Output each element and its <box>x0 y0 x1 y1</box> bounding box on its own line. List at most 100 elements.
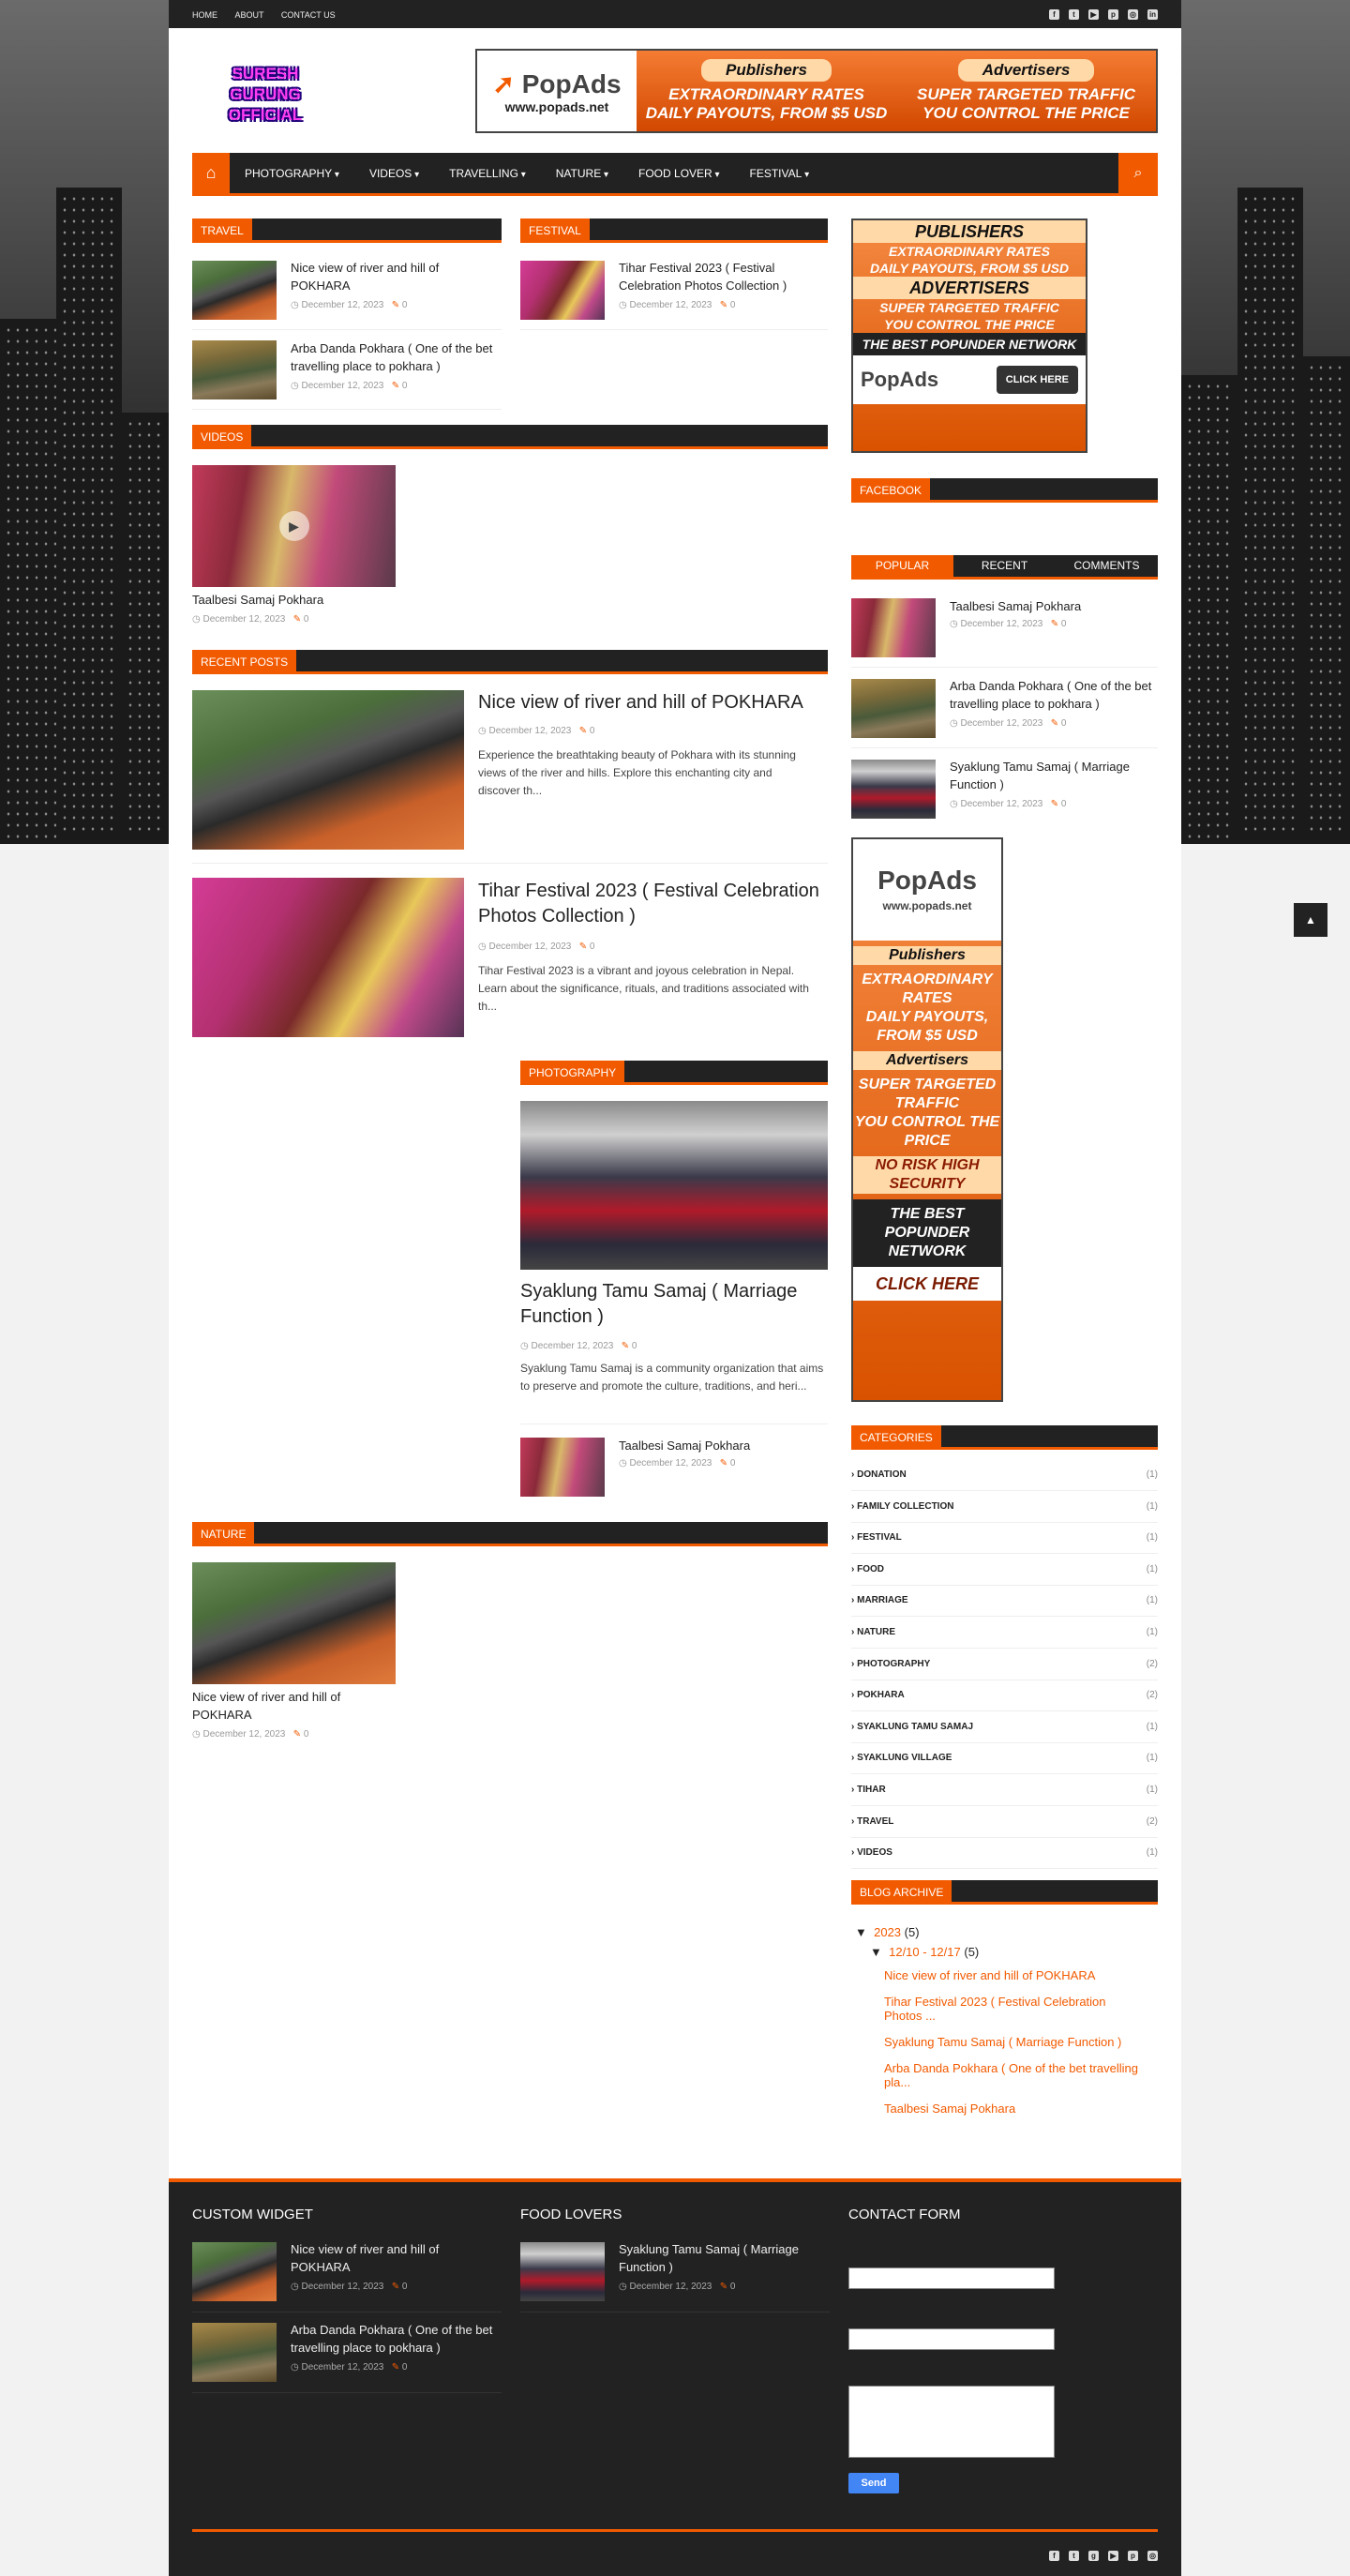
tab-recent[interactable]: RECENT <box>953 555 1056 577</box>
footer-thumb-arba[interactable] <box>192 2323 277 2382</box>
nav-item-nature[interactable]: NATURE <box>541 167 623 180</box>
search-icon[interactable]: ⌕ <box>1118 153 1158 193</box>
category-item[interactable]: › FAMILY COLLECTION (1) <box>851 1491 1158 1523</box>
top-link-contact[interactable]: CONTACT US <box>281 10 336 20</box>
category-name[interactable]: › POKHARA <box>851 1690 905 1700</box>
back-to-top-button[interactable]: ▲ <box>1294 903 1328 937</box>
category-item[interactable]: › SYAKLUNG TAMU SAMAJ (1) <box>851 1711 1158 1743</box>
photo-title-syaklung[interactable]: Syaklung Tamu Samaj ( Marriage Function … <box>520 1279 828 1330</box>
archive-post-5[interactable]: Taalbesi Samaj Pokhara <box>884 2101 1147 2116</box>
section-travel-label[interactable]: TRAVEL <box>192 218 252 243</box>
category-name[interactable]: › PHOTOGRAPHY <box>851 1659 930 1669</box>
archive-post-1[interactable]: Nice view of river and hill of POKHARA <box>884 1968 1147 1982</box>
archive-post-4[interactable]: Arba Danda Pokhara ( One of the bet trav… <box>884 2061 1147 2089</box>
category-item[interactable]: › TRAVEL (2) <box>851 1806 1158 1838</box>
nature-title-river[interactable]: Nice view of river and hill of POKHARA <box>192 1688 396 1724</box>
section-videos-label[interactable]: VIDEOS <box>192 425 252 449</box>
instagram-icon[interactable]: ◎ <box>1128 8 1138 20</box>
category-name[interactable]: › FESTIVAL <box>851 1532 902 1543</box>
popular-thumb-taalbesi[interactable] <box>851 598 936 657</box>
youtube-icon[interactable]: ▶ <box>1088 8 1099 20</box>
post-title-arba[interactable]: Arba Danda Pokhara ( One of the bet trav… <box>291 339 502 375</box>
footer-title-river[interactable]: Nice view of river and hill of POKHARA <box>291 2240 497 2276</box>
recent-title-tihar[interactable]: Tihar Festival 2023 ( Festival Celebrati… <box>478 879 828 929</box>
tab-popular[interactable]: POPULAR <box>851 555 953 577</box>
top-link-about[interactable]: ABOUT <box>234 10 263 20</box>
category-item[interactable]: › PHOTOGRAPHY (2) <box>851 1649 1158 1680</box>
category-item[interactable]: › FOOD (1) <box>851 1554 1158 1586</box>
twitter-icon[interactable]: t <box>1069 8 1079 20</box>
footer-title-syaklung[interactable]: Syaklung Tamu Samaj ( Marriage Function … <box>619 2240 830 2276</box>
popular-title-arba[interactable]: Arba Danda Pokhara ( One of the bet trav… <box>950 677 1158 713</box>
contact-name-input[interactable] <box>848 2267 1055 2289</box>
section-photography-label[interactable]: PHOTOGRAPHY <box>520 1061 625 1085</box>
nav-item-food-lover[interactable]: FOOD LOVER <box>623 167 735 180</box>
category-item[interactable]: › POKHARA (2) <box>851 1680 1158 1712</box>
archive-week[interactable]: ▼ 12/10 - 12/17 (5) <box>870 1945 979 1959</box>
sidebar-ad-2[interactable]: PopAds www.popads.net Publishers EXTRAOR… <box>851 837 1003 1402</box>
photo-thumb-taalbesi[interactable] <box>520 1438 605 1497</box>
section-festival-label[interactable]: FESTIVAL <box>520 218 590 243</box>
category-name[interactable]: › VIDEOS <box>851 1847 892 1858</box>
category-item[interactable]: › FESTIVAL (1) <box>851 1522 1158 1555</box>
home-icon[interactable]: ⌂ <box>192 153 230 193</box>
twitter-icon[interactable]: t <box>1069 2551 1079 2561</box>
photo-title-taalbesi[interactable]: Taalbesi Samaj Pokhara <box>619 1437 825 1454</box>
footer-title-arba[interactable]: Arba Danda Pokhara ( One of the bet trav… <box>291 2321 502 2357</box>
tab-comments[interactable]: COMMENTS <box>1056 555 1158 577</box>
photo-thumb-syaklung[interactable] <box>520 1101 828 1270</box>
pinterest-icon[interactable]: p <box>1128 2551 1138 2561</box>
recent-title-river[interactable]: Nice view of river and hill of POKHARA <box>478 690 828 716</box>
section-facebook-label[interactable]: FACEBOOK <box>851 478 931 503</box>
footer-thumb-river[interactable] <box>192 2242 277 2301</box>
section-nature-label[interactable]: NATURE <box>192 1522 255 1546</box>
contact-send-button[interactable]: Send <box>848 2473 899 2493</box>
category-name[interactable]: › MARRIAGE <box>851 1595 908 1605</box>
pinterest-icon[interactable]: p <box>1108 8 1118 20</box>
post-title-river[interactable]: Nice view of river and hill of POKHARA <box>291 259 497 294</box>
post-thumb-river[interactable] <box>192 261 277 320</box>
category-item[interactable]: › NATURE (1) <box>851 1617 1158 1649</box>
video-thumb-taalbesi[interactable]: ▶ <box>192 465 396 587</box>
category-name[interactable]: › FOOD <box>851 1564 884 1574</box>
ad1-cta-button[interactable]: CLICK HERE <box>996 366 1078 394</box>
footer-thumb-syaklung[interactable] <box>520 2242 605 2301</box>
nav-item-videos[interactable]: VIDEOS <box>354 167 434 180</box>
category-name[interactable]: › SYAKLUNG VILLAGE <box>851 1753 952 1763</box>
contact-message-textarea[interactable] <box>848 2386 1055 2458</box>
google-plus-icon[interactable]: g <box>1088 2551 1099 2561</box>
section-categories-label[interactable]: CATEGORIES <box>851 1425 941 1450</box>
category-name[interactable]: › TIHAR <box>851 1785 886 1795</box>
category-name[interactable]: › SYAKLUNG TAMU SAMAJ <box>851 1722 973 1732</box>
youtube-icon[interactable]: ▶ <box>1108 2551 1118 2561</box>
archive-post-2[interactable]: Tihar Festival 2023 ( Festival Celebrati… <box>884 1995 1147 2023</box>
top-link-home[interactable]: HOME <box>192 10 218 20</box>
category-name[interactable]: › TRAVEL <box>851 1816 893 1827</box>
category-item[interactable]: › VIDEOS (1) <box>851 1837 1158 1870</box>
category-name[interactable]: › DONATION <box>851 1469 907 1480</box>
section-archive-label[interactable]: BLOG ARCHIVE <box>851 1880 952 1905</box>
category-item[interactable]: › DONATION (1) <box>851 1459 1158 1491</box>
header-ad-banner[interactable]: ➚ PopAds www.popads.net Publishers EXTRA… <box>475 49 1158 133</box>
nav-item-festival[interactable]: FESTIVAL <box>735 167 825 180</box>
contact-email-input[interactable] <box>848 2328 1055 2350</box>
popular-title-syaklung[interactable]: Syaklung Tamu Samaj ( Marriage Function … <box>950 758 1158 793</box>
instagram-icon[interactable]: ◎ <box>1148 2551 1158 2561</box>
popular-title-taalbesi[interactable]: Taalbesi Samaj Pokhara <box>950 597 1158 615</box>
category-item[interactable]: › SYAKLUNG VILLAGE (1) <box>851 1742 1158 1775</box>
sidebar-ad-1[interactable]: PUBLISHERS EXTRAORDINARY RATES DAILY PAY… <box>851 218 1088 453</box>
post-thumb-tihar[interactable] <box>520 261 605 320</box>
recent-thumb-river[interactable] <box>192 690 464 850</box>
post-title-tihar[interactable]: Tihar Festival 2023 ( Festival Celebrati… <box>619 259 830 294</box>
nature-thumb-river[interactable] <box>192 1562 396 1684</box>
category-name[interactable]: › FAMILY COLLECTION <box>851 1501 953 1512</box>
archive-year[interactable]: ▼ 2023 (5) <box>855 1925 920 1939</box>
post-thumb-arba[interactable] <box>192 340 277 399</box>
ad2-cta-button[interactable]: CLICK HERE <box>853 1267 1001 1301</box>
linkedin-icon[interactable]: in <box>1148 8 1158 20</box>
category-name[interactable]: › NATURE <box>851 1627 895 1637</box>
facebook-icon[interactable]: f <box>1049 2551 1059 2561</box>
recent-thumb-tihar[interactable] <box>192 878 464 1037</box>
archive-post-3[interactable]: Syaklung Tamu Samaj ( Marriage Function … <box>884 2035 1147 2049</box>
nav-item-photography[interactable]: PHOTOGRAPHY <box>230 167 354 180</box>
